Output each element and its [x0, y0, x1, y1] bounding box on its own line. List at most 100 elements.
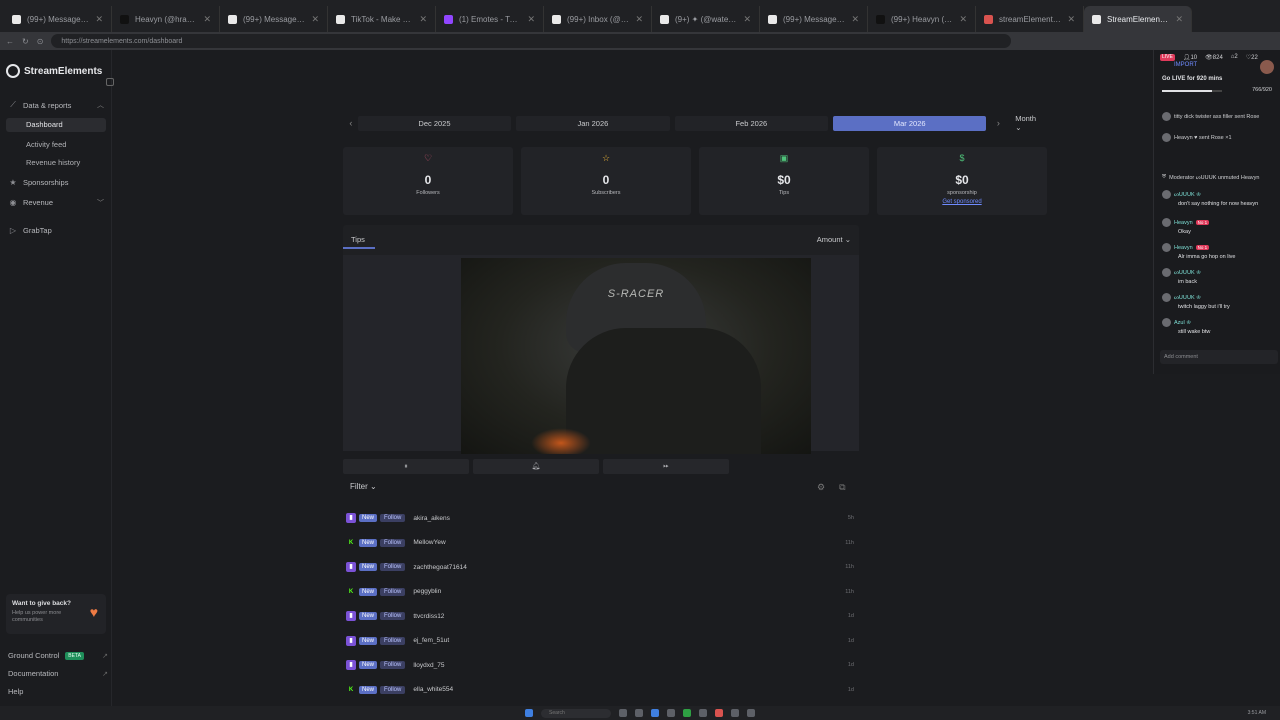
sidebar-item-revenue-history[interactable]: Revenue history	[26, 158, 80, 167]
close-tab-icon[interactable]: ✕	[203, 14, 211, 25]
sidebar-item-activity-feed[interactable]: Activity feed	[26, 140, 66, 149]
tiktok-favicon-icon	[120, 14, 129, 24]
close-tab-icon[interactable]: ✕	[743, 14, 751, 25]
app-icon[interactable]	[747, 709, 755, 717]
avatar[interactable]	[1260, 60, 1274, 74]
month-pill[interactable]: Jan 2026	[516, 115, 670, 131]
help-link[interactable]: Help	[8, 687, 108, 696]
light-glow	[531, 428, 591, 454]
gear-icon[interactable]: ⚙	[817, 482, 825, 493]
browser-tab[interactable]: streamElements - Search✕	[976, 6, 1084, 32]
close-tab-icon[interactable]: ✕	[1175, 14, 1183, 25]
start-icon[interactable]	[525, 709, 533, 717]
likes-count: ♡22	[1245, 55, 1258, 61]
skip-button[interactable]: ⏩︎	[603, 459, 729, 474]
feed-username: zachthegoat71614	[413, 563, 467, 571]
feed-row[interactable]: ▮ New Follow zachthegoat71614 11h	[346, 555, 860, 580]
browser-tab[interactable]: (99+) Heavyn (@its.nuwe)✕	[868, 6, 976, 32]
browser-toolbar: ← ↻ ⊙ https://streamelements.com/dashboa…	[0, 32, 1280, 50]
give-back-card[interactable]: Want to give back? Help us power more co…	[6, 594, 106, 634]
month-pill[interactable]: Dec 2025	[357, 115, 512, 131]
app-icon[interactable]	[619, 709, 627, 717]
feed-time: 1d	[847, 686, 854, 693]
add-comment-input[interactable]: Add comment	[1160, 350, 1278, 364]
sidebar-item-data-reports[interactable]: ⟋ Data & reports ︿	[0, 100, 112, 110]
close-tab-icon[interactable]: ✕	[95, 14, 103, 25]
feed-row[interactable]: ▮ New Follow ttvcrdiss12 1d	[346, 604, 860, 629]
browser-tab[interactable]: (99+) Messages | TikTok✕	[760, 6, 868, 32]
avatar	[1162, 133, 1171, 142]
feed-username: ella_white554	[413, 686, 454, 694]
settings-control[interactable]	[733, 459, 859, 474]
close-tab-icon[interactable]: ✕	[635, 14, 643, 25]
app-icon[interactable]	[683, 709, 691, 717]
browser-tab[interactable]: TikTok - Make Your Day✕	[328, 6, 436, 32]
close-tab-icon[interactable]: ✕	[959, 14, 967, 25]
documentation-link[interactable]: Documentation ↗	[8, 669, 108, 678]
browser-tab[interactable]: (1) Emotes - Twitch ✕	[436, 6, 544, 32]
notification-button[interactable]: 🔔︎	[473, 459, 599, 474]
feed-row[interactable]: K New Follow MellowYew 11h	[346, 531, 860, 556]
month-pill[interactable]: Feb 2026	[674, 115, 829, 131]
app-icon[interactable]	[731, 709, 739, 717]
close-tab-icon[interactable]: ✕	[419, 14, 427, 25]
taskbar-search[interactable]: Search	[541, 708, 611, 718]
feed-row[interactable]: ▮ New Follow akira_aikens 5h	[346, 506, 860, 531]
browser-tab[interactable]: (99+) Inbox (@yoannes)✕	[544, 6, 652, 32]
browser-tab[interactable]: (9+) ✦ (@watermelonsteak)✕	[652, 6, 760, 32]
moderation-event: ⛨ Moderator ᔕᑌᑌᑌK unmuted Heavyn	[1162, 174, 1260, 181]
sidebar-item-grabtap[interactable]: ▷ GrabTap	[0, 226, 112, 235]
browser-tab[interactable]: (99+) Messages | TikTok✕	[4, 6, 112, 32]
app-icon[interactable]	[699, 709, 707, 717]
browser-tab-active[interactable]: StreamElements - Dashboard✕	[1084, 6, 1192, 32]
close-tab-icon[interactable]: ✕	[311, 14, 319, 25]
tab-tips[interactable]: Tips	[351, 235, 365, 244]
next-month-arrow-icon[interactable]: ›	[991, 118, 1005, 128]
month-pill-selected[interactable]: Mar 2026	[833, 115, 987, 131]
gifts-count: ⌂2	[1230, 54, 1238, 60]
back-arrow-icon[interactable]: ←	[6, 37, 14, 46]
feed-username: ej_fem_51ut	[413, 637, 450, 645]
sidebar-item-revenue[interactable]: ◉ Revenue ﹀	[0, 198, 112, 207]
feed-row[interactable]: K New Follow peggyblin 11h	[346, 580, 860, 605]
eye-icon: 👁︎	[1205, 55, 1213, 61]
previous-month-arrow-icon[interactable]: ‹	[344, 118, 358, 128]
popout-icon[interactable]: ⧉	[839, 482, 845, 493]
browser-tab[interactable]: Heavyn (@hravyn_wgnk)✕	[112, 6, 220, 32]
live-stats-bar: LIVE 👤︎10 👁︎824 ⌂2 ♡22	[1160, 54, 1258, 61]
app-icon[interactable]	[651, 709, 659, 717]
close-tab-icon[interactable]: ✕	[1067, 14, 1075, 25]
feed-row[interactable]: K New Follow ella_white554 1d	[346, 678, 860, 703]
app-icon[interactable]	[715, 709, 723, 717]
get-sponsored-link[interactable]: Get sponsored	[877, 199, 1047, 205]
tiktok-favicon-icon	[660, 14, 669, 24]
kick-icon: K	[346, 684, 356, 695]
site-info-icon[interactable]: ⊙	[37, 37, 44, 46]
twitch-icon: ▮	[346, 562, 356, 573]
feed-time: 1d	[847, 662, 854, 669]
chevron-down-icon: ﹀	[97, 199, 104, 207]
address-bar[interactable]: https://streamelements.com/dashboard	[51, 34, 1012, 48]
close-tab-icon[interactable]: ✕	[851, 14, 859, 25]
rank-badge: No 1	[1195, 220, 1210, 225]
filter-dropdown[interactable]: Filter ⌄	[350, 482, 377, 491]
pause-button[interactable]: ⏸	[343, 459, 469, 474]
feed-username: akira_aikens	[413, 514, 450, 522]
period-dropdown[interactable]: Month ⌄	[1015, 114, 1044, 132]
sidebar-item-dashboard[interactable]: Dashboard	[6, 118, 106, 132]
sidebar-item-sponsorships[interactable]: ★ Sponsorships	[0, 178, 112, 187]
close-tab-icon[interactable]: ✕	[527, 14, 535, 25]
ground-control-link[interactable]: Ground Control BETA ↗	[8, 651, 108, 660]
chat-text: Alr imma go hop on live	[1178, 254, 1236, 260]
reload-icon[interactable]: ↻	[22, 37, 29, 46]
star-icon: ★	[9, 178, 17, 187]
feed-row[interactable]: ▮ New Follow ej_fem_51ut 1d	[346, 629, 860, 654]
metric-dropdown[interactable]: Amount ⌄	[817, 235, 851, 244]
browser-tab[interactable]: (99+) Messages | TikTok✕	[220, 6, 328, 32]
app-icon[interactable]	[635, 709, 643, 717]
import-link[interactable]: IMPORT	[1174, 62, 1197, 68]
feed-row[interactable]: ▮ New Follow lloydxd_75 1d	[346, 653, 860, 678]
brand-logo[interactable]: StreamElements	[6, 64, 102, 78]
brand-name: StreamElements	[24, 65, 103, 77]
app-icon[interactable]	[667, 709, 675, 717]
